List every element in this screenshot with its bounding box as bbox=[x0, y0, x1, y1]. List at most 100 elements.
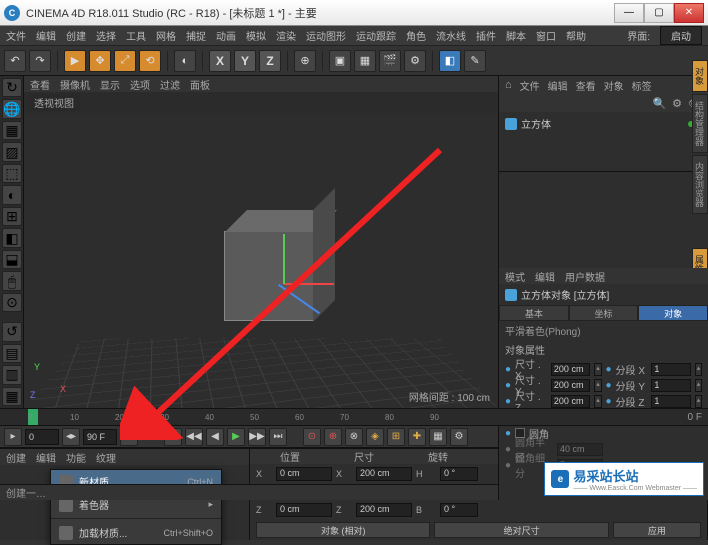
attr-tab-object[interactable]: 对象 bbox=[638, 305, 708, 321]
axis-x-toggle[interactable]: X bbox=[209, 50, 231, 72]
sidetab-content[interactable]: 内容浏览器 bbox=[692, 155, 708, 214]
attr-mode[interactable]: 模式 bbox=[505, 269, 525, 284]
menu-render[interactable]: 渲染 bbox=[276, 28, 296, 43]
menu-script[interactable]: 脚本 bbox=[506, 28, 526, 43]
sizex-field[interactable]: 200 cm bbox=[356, 467, 412, 481]
attr-userdata[interactable]: 用户数据 bbox=[565, 269, 605, 284]
search-icon[interactable]: 🔍 bbox=[652, 97, 666, 110]
menu-animate[interactable]: 动画 bbox=[216, 28, 236, 43]
objmgr-objects[interactable]: 对象 bbox=[604, 78, 624, 93]
texture-mode-button[interactable]: ▦ bbox=[2, 121, 22, 140]
seg-z-field[interactable]: 1 bbox=[651, 395, 691, 408]
attr-tab-basic[interactable]: 基本 bbox=[499, 305, 569, 321]
menu-file[interactable]: 文件 bbox=[6, 28, 26, 43]
mat-texture[interactable]: 纹理 bbox=[96, 450, 116, 465]
axis-y-toggle[interactable]: Y bbox=[234, 50, 256, 72]
render-settings-button[interactable]: ⚙ bbox=[404, 50, 426, 72]
maximize-button[interactable]: ▢ bbox=[644, 3, 674, 23]
locked-workplane-button[interactable]: ↺ bbox=[2, 322, 22, 341]
fillet-radius-field[interactable]: 40 cm bbox=[557, 443, 603, 456]
attr-phong-tag[interactable]: 平滑着色(Phong) bbox=[499, 321, 708, 340]
rot-b-field[interactable]: 0 ° bbox=[440, 503, 478, 517]
coord-system-button[interactable]: ⊕ bbox=[294, 50, 316, 72]
menu-mesh[interactable]: 网格 bbox=[156, 28, 176, 43]
menu-tools[interactable]: 工具 bbox=[126, 28, 146, 43]
key-scale-button[interactable]: ⊞ bbox=[387, 428, 405, 446]
viewport-canvas[interactable]: Y X Z 网格间距 : 100 cm bbox=[24, 113, 498, 408]
menu-select[interactable]: 选择 bbox=[96, 28, 116, 43]
material-area[interactable]: 新材质 Ctrl+N 着色器 ▸ 加载材质... Ctrl+Shift+O bbox=[0, 465, 249, 540]
gear-icon[interactable]: ⚙ bbox=[672, 97, 682, 110]
minimize-button[interactable]: — bbox=[614, 3, 644, 23]
menu-create[interactable]: 创建 bbox=[66, 28, 86, 43]
gizmo-y-axis[interactable] bbox=[283, 234, 285, 284]
key-rot-button[interactable]: ✚ bbox=[408, 428, 426, 446]
autokey-button[interactable]: ⊕ bbox=[324, 428, 342, 446]
menu-character[interactable]: 角色 bbox=[406, 28, 426, 43]
vp-menu-camera[interactable]: 摄像机 bbox=[60, 77, 90, 92]
menu-help[interactable]: 帮助 bbox=[566, 28, 586, 43]
move-tool[interactable]: ✥ bbox=[89, 50, 111, 72]
mat-function[interactable]: 功能 bbox=[66, 450, 86, 465]
ctx-load-material[interactable]: 加载材质... Ctrl+Shift+O bbox=[51, 521, 221, 544]
make-editable-button[interactable]: ↻ bbox=[2, 78, 22, 97]
objmgr-view[interactable]: 查看 bbox=[576, 78, 596, 93]
size-z-field[interactable]: 200 cm bbox=[551, 395, 591, 408]
tweak-mode-button[interactable]: 🖱 bbox=[2, 271, 22, 290]
menu-pipeline[interactable]: 流水线 bbox=[436, 28, 466, 43]
add-pen-button[interactable]: ✎ bbox=[464, 50, 486, 72]
start-frame-field[interactable] bbox=[25, 429, 59, 445]
record-button[interactable]: ⊙ bbox=[303, 428, 321, 446]
range-end-button[interactable]: ◂▸ bbox=[120, 428, 138, 446]
seg-y-field[interactable]: 1 bbox=[651, 379, 691, 392]
play-button[interactable]: ▶ bbox=[227, 428, 245, 446]
sizez-field[interactable]: 200 cm bbox=[356, 503, 412, 517]
sidetab-objects[interactable]: 对象 bbox=[692, 60, 708, 92]
prev-key-button[interactable]: ◀◀ bbox=[185, 428, 203, 446]
close-button[interactable]: ✕ bbox=[674, 3, 704, 23]
key-param-button[interactable]: ⚙ bbox=[450, 428, 468, 446]
vp-menu-panel[interactable]: 面板 bbox=[190, 77, 210, 92]
menu-tracker[interactable]: 运动跟踪 bbox=[356, 28, 396, 43]
menu-window[interactable]: 窗口 bbox=[536, 28, 556, 43]
size-y-field[interactable]: 200 cm bbox=[551, 379, 591, 392]
model-mode-button[interactable]: 🌐 bbox=[2, 99, 22, 118]
mat-create[interactable]: 创建 bbox=[6, 450, 26, 465]
rotate-tool[interactable]: ⟲ bbox=[139, 50, 161, 72]
points-mode-button[interactable]: ⬚ bbox=[2, 164, 22, 183]
vp-menu-options[interactable]: 选项 bbox=[130, 77, 150, 92]
grid-button[interactable]: ▥ bbox=[2, 365, 22, 384]
rot-h-field[interactable]: 0 ° bbox=[440, 467, 478, 481]
coord-apply-button[interactable]: 应用 bbox=[613, 522, 701, 538]
vp-menu-display[interactable]: 显示 bbox=[100, 77, 120, 92]
polys-mode-button[interactable]: ⊞ bbox=[2, 207, 22, 226]
recent-tool[interactable]: ◐ bbox=[174, 50, 196, 72]
menu-edit[interactable]: 编辑 bbox=[36, 28, 56, 43]
prev-frame-button[interactable]: ◀ bbox=[206, 428, 224, 446]
key-pla-button[interactable]: ▦ bbox=[429, 428, 447, 446]
range-set-button[interactable]: ◂▸ bbox=[62, 428, 80, 446]
key-pos-button[interactable]: ◈ bbox=[366, 428, 384, 446]
menu-snap[interactable]: 捕捉 bbox=[186, 28, 206, 43]
axis-mode-button[interactable]: ◧ bbox=[2, 228, 22, 247]
scale-tool[interactable]: ⤢ bbox=[114, 50, 136, 72]
goto-end-button[interactable]: ⏭ bbox=[269, 428, 287, 446]
vp-menu-view[interactable]: 查看 bbox=[30, 77, 50, 92]
object-tree[interactable]: 立方体 bbox=[499, 112, 708, 172]
pos-z-field[interactable]: 0 cm bbox=[276, 503, 332, 517]
layout-dropdown[interactable]: 启动 bbox=[660, 26, 702, 45]
goto-start-button[interactable]: ⏮ bbox=[164, 428, 182, 446]
next-frame-button[interactable]: ▶▶ bbox=[248, 428, 266, 446]
keyframe-sel-button[interactable]: ⊗ bbox=[345, 428, 363, 446]
select-tool[interactable]: ▶ bbox=[64, 50, 86, 72]
end-frame-field[interactable] bbox=[83, 429, 117, 445]
coord-size-dropdown[interactable]: 绝对尺寸 bbox=[434, 522, 608, 538]
pos-x-field[interactable]: 0 cm bbox=[276, 467, 332, 481]
size-x-field[interactable]: 200 cm bbox=[551, 363, 591, 376]
vp-menu-filter[interactable]: 过滤 bbox=[160, 77, 180, 92]
viewport-solo-button[interactable]: ⬓ bbox=[2, 250, 22, 269]
mat-edit[interactable]: 编辑 bbox=[36, 450, 56, 465]
attr-tab-coord[interactable]: 坐标 bbox=[569, 305, 639, 321]
picture-viewer-button[interactable]: 🎬 bbox=[379, 50, 401, 72]
home-icon[interactable]: ⌂ bbox=[505, 79, 512, 91]
